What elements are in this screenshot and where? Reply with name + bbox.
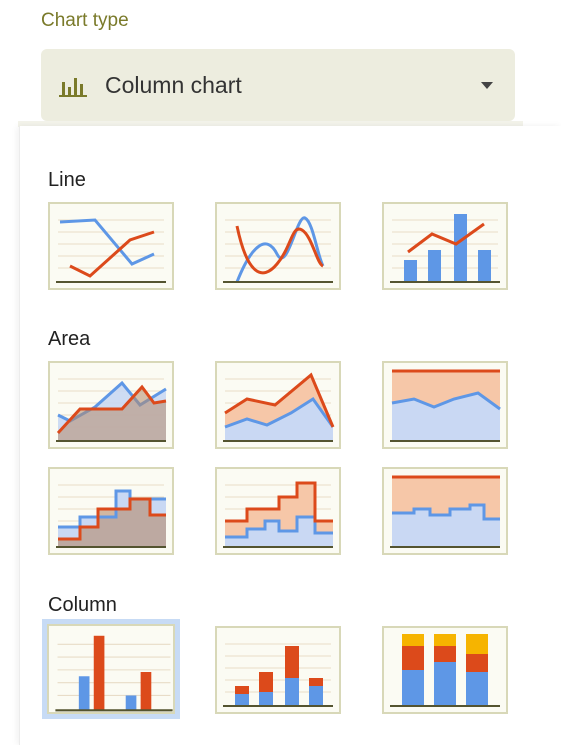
stacked-stepped-area-chart-option[interactable] [215,467,341,555]
100-percent-stacked-column-chart-thumbnail-icon [390,634,500,707]
selected-chart-type: Column chart [105,71,242,98]
group-title-column: Column [48,594,117,616]
100-percent-stacked-column-chart-option[interactable] [382,626,508,714]
smooth-line-chart-option[interactable] [215,202,341,290]
stacked-area-chart-option[interactable] [215,361,341,449]
area-chart-option[interactable] [48,361,174,449]
stacked-area-chart-thumbnail-icon [223,372,335,442]
column-chart-option[interactable] [42,619,180,719]
column-chart-icon [59,78,87,97]
combo-chart-option[interactable] [382,202,508,290]
100-percent-stacked-area-chart-option[interactable] [382,361,508,449]
stepped-area-chart-thumbnail-icon [56,484,166,548]
chart-type-select[interactable]: Column chart [41,49,515,121]
100-percent-stacked-stepped-area-chart-option[interactable] [382,467,508,555]
100-percent-stacked-area-chart-thumbnail-icon [390,369,501,442]
column-chart-thumbnail-icon [55,635,173,712]
line-chart-thumbnail-icon [56,218,166,283]
group-title-line: Line [48,169,86,191]
line-chart-option[interactable] [48,202,174,290]
100-percent-stacked-stepped-area-chart-thumbnail-icon [390,475,500,548]
smooth-line-chart-thumbnail-icon [223,216,333,283]
area-chart-thumbnail-icon [56,378,167,442]
dropdown-arrow-icon [481,82,493,89]
chart-type-label: Chart type [41,10,129,31]
combo-chart-thumbnail-icon [390,214,500,283]
group-title-area: Area [48,328,91,350]
stepped-area-chart-option[interactable] [48,467,174,555]
stacked-stepped-area-chart-thumbnail-icon [223,481,333,548]
stacked-column-chart-option[interactable] [215,626,341,714]
stacked-column-chart-thumbnail-icon [223,643,333,707]
